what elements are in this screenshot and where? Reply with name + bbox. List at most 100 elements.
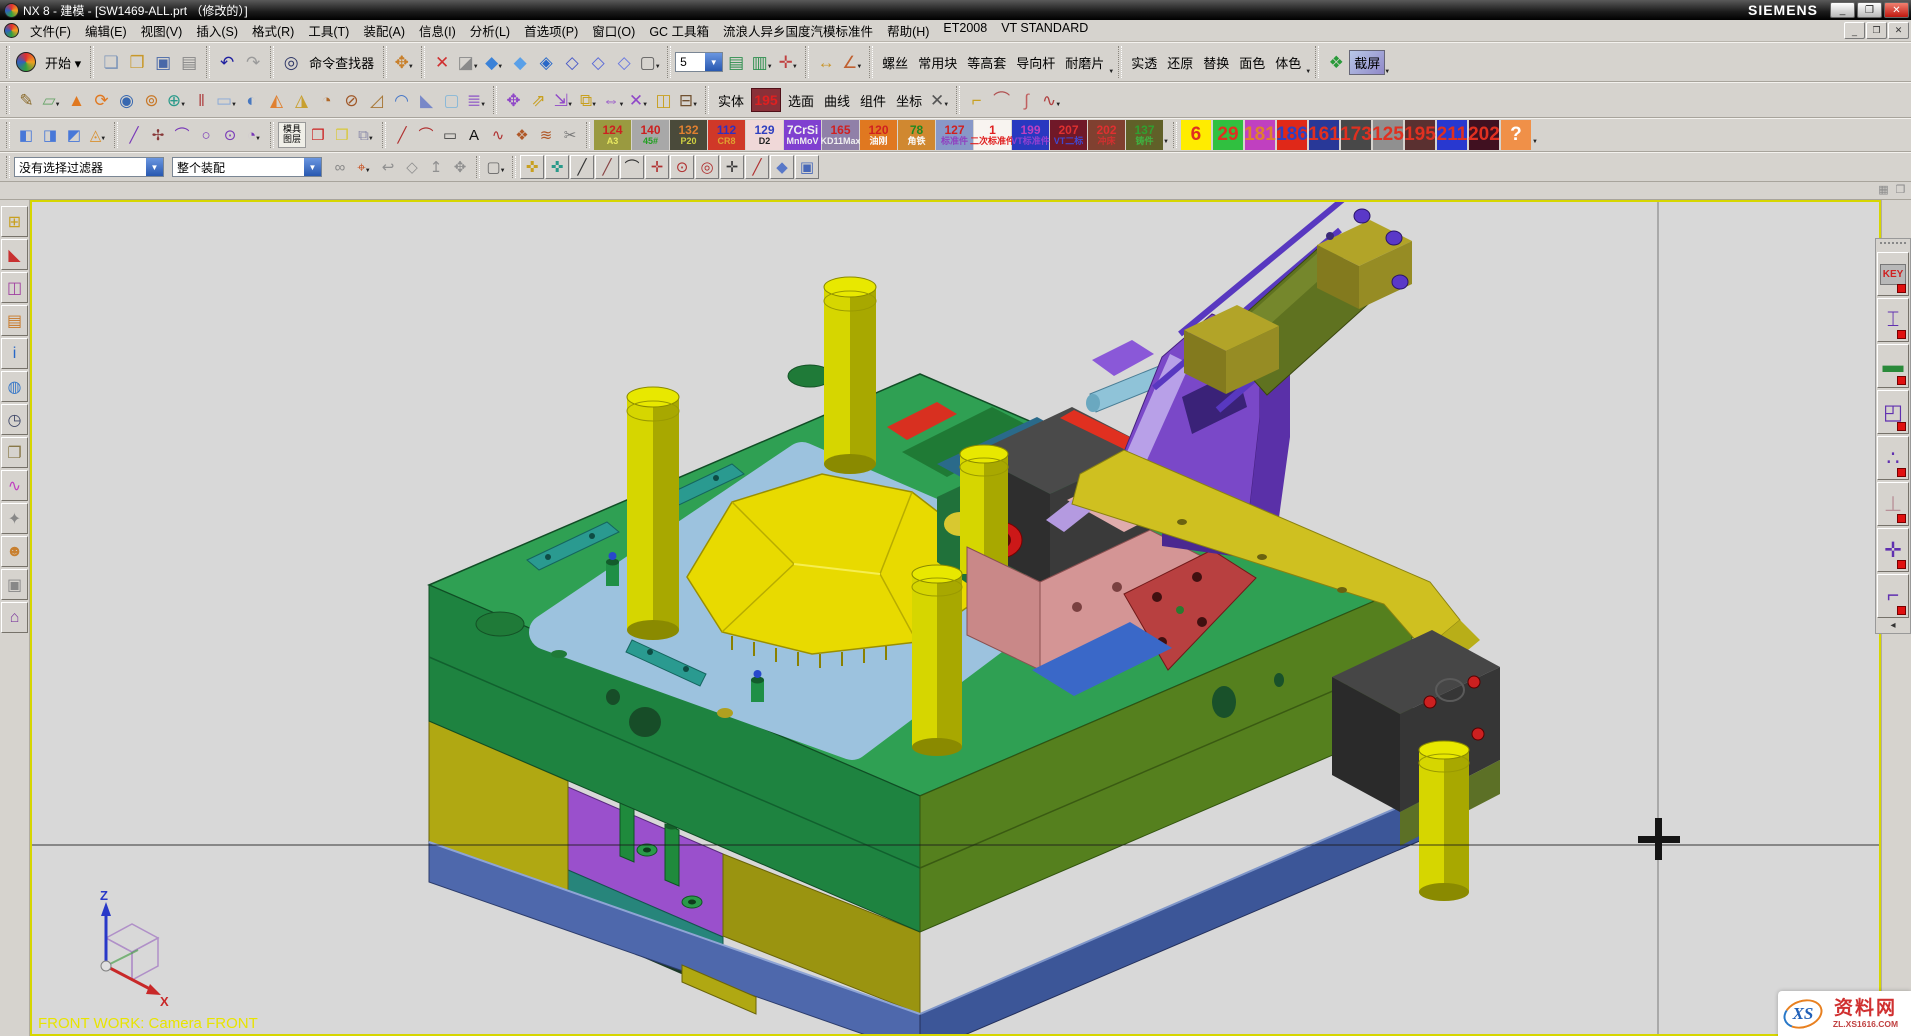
profile-icon[interactable]: ╱	[390, 123, 414, 147]
pattern-curve-icon[interactable]: ❖	[510, 123, 534, 147]
studio-render-icon[interactable]: ◈	[533, 49, 559, 75]
selection-scope-dropdown[interactable]: 整个装配	[172, 157, 322, 177]
unite-icon[interactable]: ◐	[239, 88, 264, 113]
display-mode-icon[interactable]: ◪	[455, 49, 481, 75]
material-199[interactable]: 199VT标准件	[1012, 120, 1049, 150]
intersect-icon[interactable]: ◮	[289, 88, 314, 113]
wireframe-icon[interactable]: ◇	[585, 49, 611, 75]
through-curves-icon[interactable]: ◨	[38, 123, 62, 147]
point-on-face-icon[interactable]: ◆	[770, 155, 794, 179]
dropdown-arrow[interactable]	[767, 57, 773, 75]
view-triad[interactable]: Z X	[100, 888, 169, 1009]
dropdown-arrow[interactable]	[180, 95, 186, 113]
line-icon[interactable]: ╱	[122, 123, 146, 147]
part-navigator-tab[interactable]: ◫	[1, 272, 28, 303]
measure-angle-icon[interactable]: ∠	[839, 49, 865, 75]
ruled-surface-icon[interactable]: ◧	[14, 123, 38, 147]
menu-item[interactable]: 首选项(P)	[517, 19, 585, 42]
show-only-icon[interactable]: ✕	[429, 49, 455, 75]
mdi-close-button[interactable]: ✕	[1888, 22, 1909, 39]
layer-211-button[interactable]: 211	[1437, 120, 1467, 150]
background-color-icon[interactable]: ▢	[637, 49, 663, 75]
selection-filter-dropdown[interactable]: 没有选择过滤器	[14, 157, 164, 177]
display-tool-button[interactable]: 体色	[1270, 51, 1306, 74]
reuse-key-button[interactable]: KEY	[1877, 252, 1909, 296]
dropdown-arrow[interactable]	[1305, 62, 1311, 80]
material-1[interactable]: 1二次标准件	[974, 120, 1011, 150]
transparent-feature-icon[interactable]: ❒	[330, 123, 354, 147]
quadrant-point-icon[interactable]: ◎	[695, 155, 719, 179]
datum-plane-icon[interactable]: ▱	[39, 88, 64, 113]
boss-icon[interactable]: ⊚	[139, 88, 164, 113]
dropdown-arrow[interactable]	[100, 129, 106, 147]
control-point-icon[interactable]: ⌒	[620, 155, 644, 179]
layer-195-button[interactable]: 195	[1405, 120, 1435, 150]
offset-region-icon[interactable]: ⇲	[551, 88, 576, 113]
wcs-orient-icon[interactable]: ✕	[927, 88, 952, 113]
history-tab[interactable]: ◷	[1, 404, 28, 435]
preview-icon[interactable]: ∞	[328, 155, 352, 179]
dropdown-arrow[interactable]	[500, 161, 506, 179]
wcs-dynamics-icon[interactable]: ✛	[775, 49, 801, 75]
intersection-point-icon[interactable]: ✛	[645, 155, 669, 179]
circle-icon[interactable]: ○	[194, 123, 218, 147]
graphics-window[interactable]: Z X FRONT WORK: Camera FRONT	[30, 200, 1881, 1036]
guide-pillar[interactable]	[627, 387, 679, 640]
layer-29-button[interactable]: 29	[1213, 120, 1243, 150]
end-point-icon[interactable]: ╱	[570, 155, 594, 179]
display-tool-button[interactable]: 面色	[1234, 51, 1270, 74]
menu-item[interactable]: 装配(A)	[356, 19, 412, 42]
edge-blend-icon[interactable]: ◠	[389, 88, 414, 113]
dropdown-arrow[interactable]	[473, 57, 479, 75]
menu-item[interactable]: GC 工具箱	[642, 19, 716, 42]
arc-center-icon[interactable]: ⊙	[670, 155, 694, 179]
text-icon[interactable]: A	[462, 123, 486, 147]
selection-scope-button[interactable]: 坐标	[891, 89, 927, 112]
redo-icon[interactable]: ↷	[240, 49, 266, 75]
print-icon[interactable]: ▤	[176, 49, 202, 75]
selection-scope-button[interactable]: 选面	[783, 89, 819, 112]
assembly-navigator-tab[interactable]: ⊞	[1, 206, 28, 237]
roles-tab[interactable]: ☻	[1, 536, 28, 567]
subtract-icon[interactable]: ◭	[264, 88, 289, 113]
part-pin-button[interactable]: ⊥	[1877, 482, 1909, 526]
lift-icon[interactable]: ↥	[424, 155, 448, 179]
layer-125-button[interactable]: 125	[1373, 120, 1403, 150]
extrude-icon[interactable]: ▲	[64, 88, 89, 113]
standard-part-button[interactable]: 常用块	[913, 51, 962, 74]
reuse-library-tab[interactable]: ▤	[1, 305, 28, 336]
toolbar-drag-handle[interactable]	[1880, 242, 1906, 249]
swept-icon[interactable]: ◩	[62, 123, 86, 147]
dropdown-arrow[interactable]	[792, 57, 798, 75]
layer-161-button[interactable]: 161	[1309, 120, 1339, 150]
dropdown-arrow[interactable]	[567, 95, 573, 113]
pull-face-icon[interactable]: ⇗	[526, 88, 551, 113]
ellipse-icon[interactable]: ⊙	[218, 123, 242, 147]
menu-item[interactable]: 视图(V)	[134, 19, 190, 42]
minimize-button[interactable]: _	[1830, 2, 1855, 18]
trim-body-icon[interactable]: ◔	[314, 88, 339, 113]
mdi-restore-button[interactable]: ❐	[1866, 22, 1887, 39]
menu-item[interactable]: 文件(F)	[23, 19, 78, 42]
dropdown-arrow[interactable]	[365, 161, 371, 179]
select-rectangle-icon[interactable]: ▢	[484, 155, 508, 179]
material-78[interactable]: 78角铁	[898, 120, 935, 150]
undo-icon[interactable]: ↶	[214, 49, 240, 75]
material-132-p20[interactable]: 132P20	[670, 120, 707, 150]
existing-point-icon[interactable]: ✛	[720, 155, 744, 179]
selection-scope-button[interactable]: 组件	[855, 89, 891, 112]
mid-point-icon[interactable]: ╱	[595, 155, 619, 179]
mold-layer-button[interactable]: 模具图层	[278, 122, 306, 148]
measure-distance-icon[interactable]: ↔	[813, 49, 839, 75]
hole-icon[interactable]: ◉	[114, 88, 139, 113]
orient-view-icon[interactable]: ✥	[391, 49, 417, 75]
dropdown-arrow[interactable]	[856, 57, 862, 75]
material-207[interactable]: 207VT二标	[1050, 120, 1087, 150]
snap-point-icon[interactable]: ✜	[520, 155, 544, 179]
standard-part-button[interactable]: 耐磨片	[1060, 51, 1109, 74]
split-body-icon[interactable]: ⊘	[339, 88, 364, 113]
new-file-icon[interactable]: ❏	[98, 49, 124, 75]
color-feature-icon[interactable]: ❒	[306, 123, 330, 147]
layer-6-button[interactable]: 6	[1181, 120, 1211, 150]
material-140-45[interactable]: 14045#	[632, 120, 669, 150]
